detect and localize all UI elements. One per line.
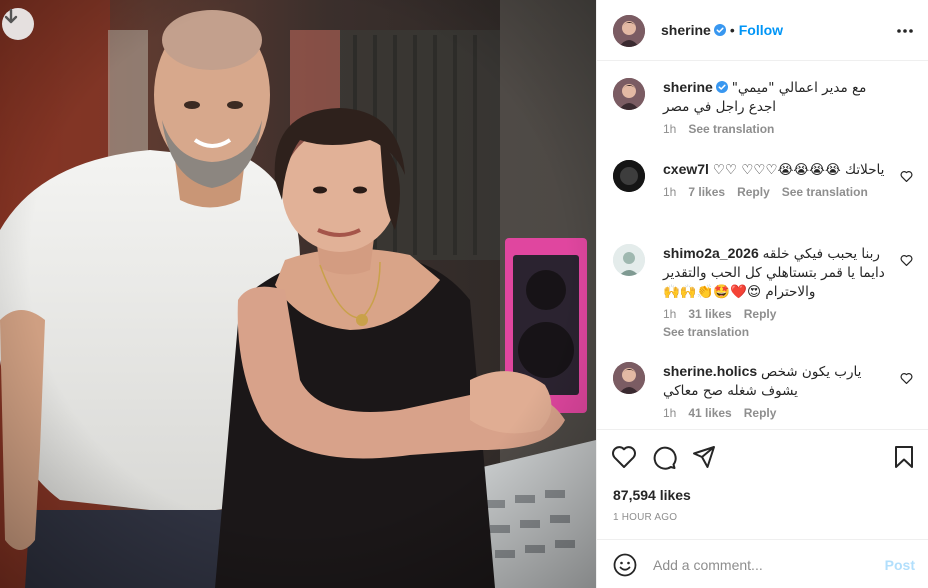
post-photo[interactable] xyxy=(0,0,596,588)
header-user-row: sherine • Follow xyxy=(661,22,783,40)
post-side-panel: sherine • Follow sherine مع مدير اعمالي "م… xyxy=(596,0,928,588)
commenter-avatar[interactable] xyxy=(613,160,645,192)
commenter-username[interactable]: sherine.holics xyxy=(663,363,757,379)
post-actions: 87,594 likes 1 HOUR AGO xyxy=(597,429,928,539)
photo-illustration xyxy=(0,0,596,588)
see-translation-button[interactable]: See translation xyxy=(782,185,868,199)
reply-button[interactable]: Reply xyxy=(737,185,770,199)
heart-icon[interactable] xyxy=(900,254,913,266)
author-avatar[interactable] xyxy=(613,15,645,47)
comment-likes[interactable]: 41 likes xyxy=(688,406,731,420)
add-comment-bar: Post xyxy=(597,539,928,588)
post-timestamp: 1 HOUR AGO xyxy=(613,512,678,523)
post-comment-button[interactable]: Post xyxy=(885,557,915,573)
author-username[interactable]: sherine xyxy=(661,22,711,38)
bookmark-icon[interactable] xyxy=(891,444,917,470)
commenter-username[interactable]: shimo2a_2026 xyxy=(663,245,759,261)
see-translation-button[interactable]: See translation xyxy=(688,122,774,136)
commenter-avatar[interactable] xyxy=(613,244,645,276)
heart-icon[interactable] xyxy=(900,372,913,384)
caption-username[interactable]: sherine xyxy=(663,79,713,95)
verified-badge-icon xyxy=(713,24,726,36)
comment-likes[interactable]: 31 likes xyxy=(688,307,731,321)
post-header: sherine • Follow xyxy=(597,0,928,61)
share-icon[interactable] xyxy=(691,444,717,470)
comment-icon[interactable] xyxy=(651,444,677,470)
follow-button[interactable]: Follow xyxy=(739,22,783,38)
commenter-avatar[interactable] xyxy=(613,362,645,394)
heart-icon[interactable] xyxy=(900,170,913,182)
comment-time: 1h xyxy=(663,185,677,199)
emoji-icon[interactable] xyxy=(613,553,637,577)
reply-button[interactable]: Reply xyxy=(744,406,777,420)
download-icon xyxy=(4,8,18,24)
comment-body: shimo2a_2026 ربنا يحبب فيكي خلقه دايما ي… xyxy=(663,244,895,339)
caption-time: 1h xyxy=(663,122,677,136)
more-options-icon[interactable] xyxy=(895,22,915,38)
comment-time: 1h xyxy=(663,406,677,420)
comment-body: cxew7l ياحلاتك 😭😭😭😭♡♡♡ ♡♡ 1h 7 likes Rep… xyxy=(663,160,895,199)
commenter-username[interactable]: cxew7l xyxy=(663,161,709,177)
comment-time: 1h xyxy=(663,307,677,321)
reply-button[interactable]: Reply xyxy=(744,307,777,321)
caption-avatar[interactable] xyxy=(613,78,645,110)
verified-badge-icon xyxy=(715,81,728,93)
see-translation-button[interactable]: See translation xyxy=(663,325,749,339)
comment-likes[interactable]: 7 likes xyxy=(688,185,725,199)
download-button[interactable] xyxy=(2,8,34,40)
comment-body: sherine.holics يارب يكون شخص يشوف شغله ص… xyxy=(663,362,895,420)
separator-dot: • xyxy=(729,22,735,38)
likes-count[interactable]: 87,594 likes xyxy=(613,487,691,503)
caption-body: sherine مع مدير اعمالي "ميمي" اجدع راجل … xyxy=(663,78,895,136)
comment-text: ياحلاتك 😭😭😭😭♡♡♡ ♡♡ xyxy=(712,162,885,178)
heart-icon[interactable] xyxy=(611,444,637,470)
comments-list[interactable]: sherine مع مدير اعمالي "ميمي" اجدع راجل … xyxy=(597,62,928,429)
comment-input[interactable] xyxy=(653,554,869,576)
